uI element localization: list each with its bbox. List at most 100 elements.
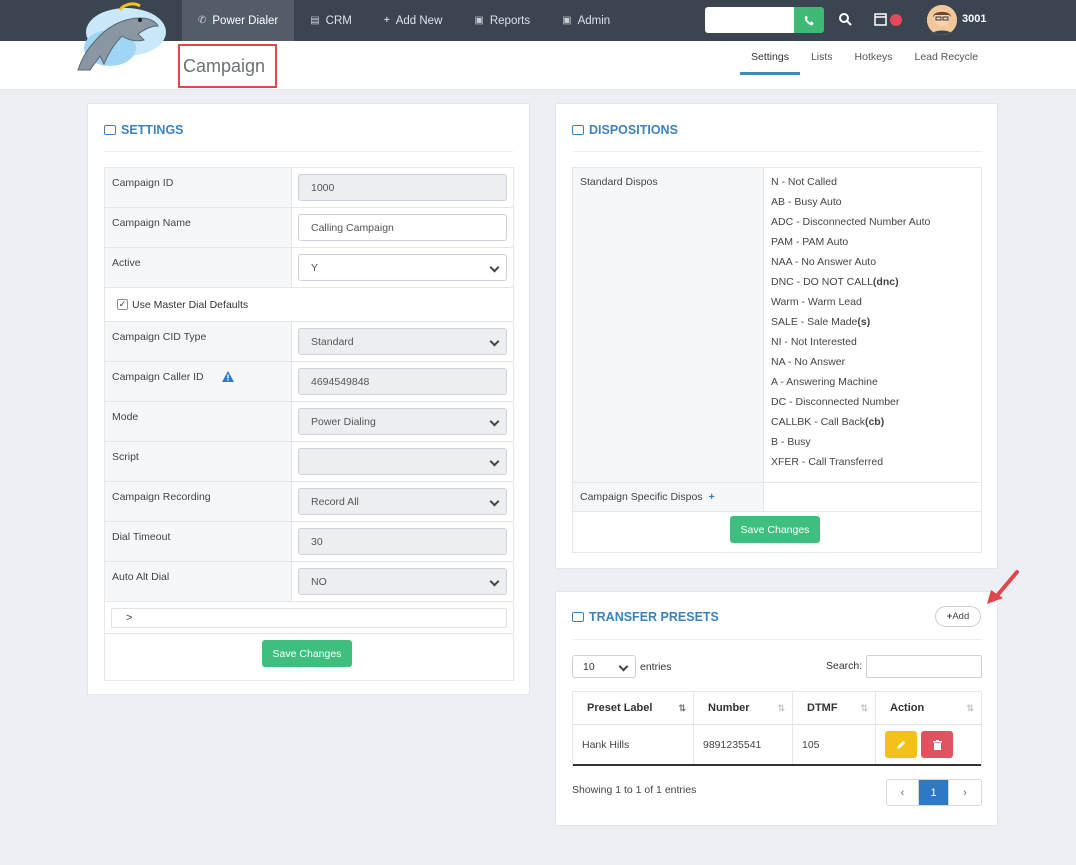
edit-button[interactable] <box>885 731 917 758</box>
divider <box>572 639 981 640</box>
nav-power-dialer[interactable]: ✆ Power Dialer <box>182 0 295 41</box>
mode-select[interactable]: Power Dialing <box>298 408 507 435</box>
phone-outline-icon: ✆ <box>198 15 207 26</box>
comment-icon <box>104 125 116 135</box>
field-label: Auto Alt Dial <box>105 562 292 601</box>
prev-page-button[interactable]: ‹ <box>887 780 919 805</box>
col-number[interactable]: Number ⇅ <box>694 692 793 724</box>
row-specific-dispos: Campaign Specific Dispos + <box>573 483 981 512</box>
nav-crm[interactable]: ▤ CRM <box>294 0 368 41</box>
nav-label: Power Dialer <box>212 14 279 27</box>
comment-icon <box>572 125 584 135</box>
dispo-text: CALLBK - Call Back <box>771 416 865 428</box>
book-icon: ▤ <box>310 15 320 26</box>
expand-toggle[interactable]: > <box>111 608 507 628</box>
dispo-item: NAA - No Answer Auto <box>771 256 877 268</box>
field-label: Active <box>105 248 292 287</box>
auto-alt-dial-select[interactable]: NO <box>298 568 507 595</box>
annotation-arrow-icon <box>987 570 1019 604</box>
next-page-button[interactable]: › <box>949 780 981 805</box>
save-settings-button[interactable]: Save Changes <box>262 640 352 667</box>
dial-timeout-field[interactable]: 30 <box>298 528 507 555</box>
dispositions-title-text: DISPOSITIONS <box>589 123 678 137</box>
field-label-wrap: Campaign Caller ID <box>105 362 292 401</box>
nav-reports[interactable]: ▣ Reports <box>458 0 546 41</box>
tab-hotkeys[interactable]: Hotkeys <box>844 41 904 75</box>
dispositions-table: Standard Dispos N - Not Called AB - Busy… <box>572 167 982 553</box>
col-preset-label[interactable]: Preset Label ⇅ <box>573 692 694 724</box>
calendar-icon[interactable] <box>874 12 904 28</box>
table-info: Showing 1 to 1 of 1 entries <box>572 784 697 796</box>
row-auto-alt-dial: Auto Alt Dial NO <box>105 562 513 602</box>
table-row: Hank Hills 9891235541 105 <box>573 725 981 766</box>
settings-title: SETTINGS <box>104 123 184 137</box>
specific-dispos-value <box>764 483 981 511</box>
col-action[interactable]: Action ⇅ <box>876 692 981 724</box>
user-extension[interactable]: 3001 <box>962 13 986 25</box>
divider <box>572 151 981 152</box>
add-preset-button[interactable]: + Add <box>935 606 981 627</box>
sub-tabs: Settings Lists Hotkeys Lead Recycle <box>740 41 989 90</box>
dial-input[interactable] <box>705 7 794 33</box>
avatar[interactable] <box>927 5 957 35</box>
dispo-item: NI - Not Interested <box>771 336 857 348</box>
field-label: Script <box>105 442 292 481</box>
dispo-item: A - Answering Machine <box>771 376 878 388</box>
col-dtmf[interactable]: DTMF ⇅ <box>793 692 876 724</box>
divider <box>104 151 513 152</box>
transfer-title-text: TRANSFER PRESETS <box>589 610 719 624</box>
trash-icon <box>932 739 942 750</box>
row-standard-dispos: Standard Dispos N - Not Called AB - Busy… <box>573 168 981 483</box>
page-size-select[interactable]: 10 <box>572 655 636 678</box>
pencil-icon <box>897 740 905 749</box>
caller-id-field[interactable]: 4694549848 <box>298 368 507 395</box>
entries-label: entries <box>640 660 672 673</box>
field-label: Campaign Name <box>105 208 292 247</box>
tab-lead-recycle[interactable]: Lead Recycle <box>903 41 989 75</box>
campaign-id-field[interactable]: 1000 <box>298 174 507 201</box>
tab-settings[interactable]: Settings <box>740 41 800 75</box>
recording-select[interactable]: Record All <box>298 488 507 515</box>
cell-number: 9891235541 <box>694 725 793 764</box>
warning-icon[interactable] <box>221 371 234 382</box>
add-dispo-plus-icon[interactable]: + <box>709 491 715 503</box>
campaign-name-field[interactable]: Calling Campaign <box>298 214 507 241</box>
dispo-flag: (s) <box>857 316 871 328</box>
sort-icon: ⇅ <box>966 703 973 713</box>
presets-table: Preset Label ⇅ Number ⇅ DTMF ⇅ Action ⇅ Hank… <box>572 691 982 766</box>
tab-lists[interactable]: Lists <box>800 41 844 75</box>
active-select[interactable]: Y <box>298 254 507 281</box>
transfer-presets-title: TRANSFER PRESETS <box>572 610 719 624</box>
clipboard-icon: ▣ <box>474 15 484 26</box>
nav-admin[interactable]: ▣ Admin <box>546 0 626 41</box>
nav-label: CRM <box>325 14 352 27</box>
delete-button[interactable] <box>921 731 953 758</box>
nav-label: Add New <box>395 14 443 27</box>
dispo-item-callbk: CALLBK - Call Back(cb) <box>771 416 974 436</box>
script-select[interactable] <box>298 448 507 475</box>
dispo-item: ADC - Disconnected Number Auto <box>771 216 931 228</box>
search-label: Search: <box>826 660 863 672</box>
row-mode: Mode Power Dialing <box>105 402 513 442</box>
nav-add-new[interactable]: + Add New <box>368 0 459 41</box>
dial-button[interactable] <box>794 7 824 33</box>
entries-control: 10 entries <box>572 655 672 678</box>
checkbox-label: Use Master Dial Defaults <box>132 298 249 311</box>
col-text: Action <box>890 702 925 714</box>
dispo-item: XFER - Call Transferred <box>771 456 884 468</box>
dolphin-logo[interactable] <box>70 0 172 76</box>
lock-icon: ▣ <box>562 15 572 26</box>
main-nav: ✆ Power Dialer ▤ CRM + Add New ▣ Reports… <box>182 0 626 41</box>
search-icon[interactable] <box>838 12 852 26</box>
dispo-flag: (cb) <box>864 416 885 428</box>
settings-table: Campaign ID 1000 Campaign Name Calling C… <box>104 167 514 681</box>
page-1-button[interactable]: 1 <box>919 780 949 805</box>
dispo-text: DNC - DO NOT CALL <box>771 276 873 288</box>
table-search-input[interactable] <box>866 655 982 678</box>
row-caller-id: Campaign Caller ID 4694549848 <box>105 362 513 402</box>
cid-type-select[interactable]: Standard <box>298 328 507 355</box>
master-defaults-checkbox[interactable]: ✓ <box>117 299 128 310</box>
field-label: Mode <box>105 402 292 441</box>
specific-dispos-label: Campaign Specific Dispos <box>580 491 703 503</box>
save-dispositions-button[interactable]: Save Changes <box>730 516 820 543</box>
